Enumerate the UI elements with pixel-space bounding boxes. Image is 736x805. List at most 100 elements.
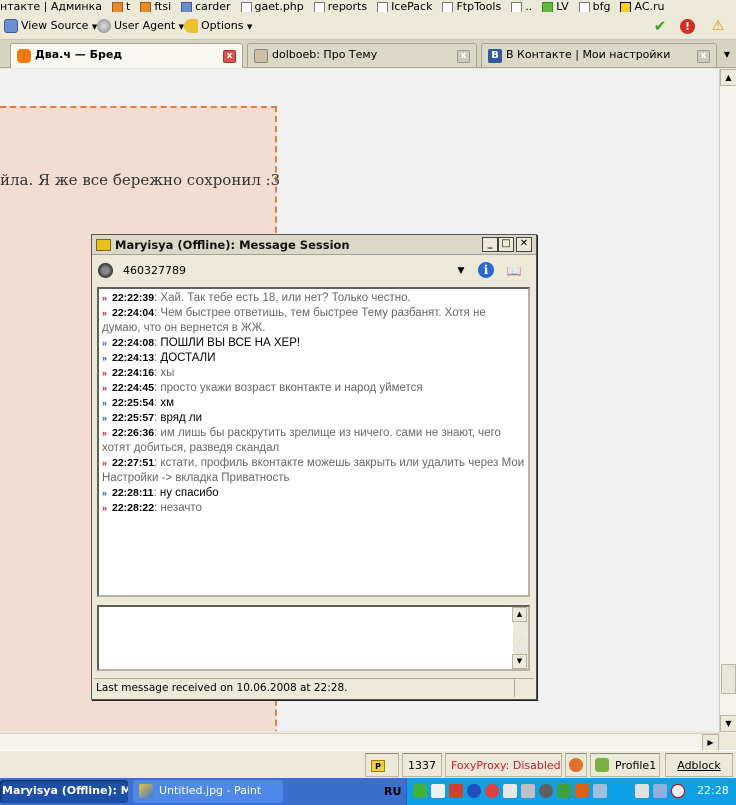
horizontal-scrollbar[interactable]: ▶ — [0, 733, 719, 751]
message-text: ну спасибо — [159, 487, 219, 499]
scroll-thumb[interactable] — [721, 664, 736, 694]
close-button[interactable]: ✕ — [516, 237, 532, 252]
taskbar-item-message-session[interactable]: Maryisya (Offline): M... — [0, 780, 128, 803]
message-time: 22:28:22 — [112, 502, 155, 514]
message-time: 22:24:04 — [112, 307, 155, 319]
incoming-arrow-icon: » — [102, 428, 108, 438]
tab-dolboeb[interactable]: dolboeb: Про Тему x — [247, 43, 477, 67]
tray-antivirus-icon[interactable] — [449, 784, 463, 798]
tray-volume-icon[interactable] — [521, 784, 535, 798]
checkmark-icon[interactable]: ✔ — [651, 17, 669, 35]
bookmark-item[interactable]: LV — [542, 0, 569, 12]
livejournal-icon — [254, 49, 268, 63]
bookmark-item[interactable]: ftsi — [140, 0, 171, 12]
tray-monitor-icon[interactable] — [653, 784, 667, 798]
tab-list-chevron-icon[interactable]: ▼ — [720, 48, 734, 62]
chevron-down-icon: ▼ — [246, 23, 253, 31]
bookmark-icon — [112, 1, 124, 12]
tab-dvach[interactable]: Два.ч — Бред x — [10, 43, 243, 68]
message-text: хы — [160, 367, 175, 379]
scroll-down-icon[interactable]: ▼ — [720, 715, 736, 732]
language-indicator[interactable]: RU — [384, 785, 401, 798]
message-time: 22:25:54 — [112, 397, 155, 409]
tab-vkontakte[interactable]: B В Контакте | Мои настройки x — [481, 43, 717, 67]
tray-drive-icon[interactable] — [503, 784, 517, 798]
bookmark-item[interactable]: gaet.php — [240, 0, 304, 12]
foxyproxy-cell[interactable] — [565, 753, 587, 777]
key-icon — [184, 19, 198, 33]
tray-network-icon[interactable] — [413, 784, 427, 798]
scroll-down-icon[interactable]: ▼ — [512, 654, 527, 669]
bookmark-item[interactable]: reports — [313, 0, 367, 12]
tray-bluetooth-icon[interactable] — [467, 784, 481, 798]
error-icon[interactable]: ! — [680, 19, 695, 34]
view-source-menu[interactable]: View Source ▼ — [4, 19, 97, 33]
clock[interactable]: 22:28 — [697, 784, 729, 797]
message-history[interactable]: » 22:22:39: Хай. Так тебе есть 18, или не… — [97, 287, 530, 597]
message-row: » 22:24:04: Чем быстрее ответишь, тем быс… — [102, 307, 486, 334]
tray-shield-icon[interactable] — [485, 784, 499, 798]
scroll-up-icon[interactable]: ▲ — [512, 607, 527, 622]
close-icon[interactable]: x — [223, 50, 236, 63]
message-row: » 22:25:57: вряд ли — [102, 412, 203, 424]
message-input[interactable] — [99, 607, 513, 669]
bookmark-item[interactable]: IcePack — [377, 0, 432, 12]
scroll-up-icon[interactable]: ▲ — [720, 69, 736, 86]
minimize-button[interactable]: _ — [482, 237, 498, 252]
bookmark-icon — [240, 1, 252, 12]
tray-device-icon[interactable] — [635, 784, 649, 798]
resize-grip-icon[interactable] — [514, 679, 534, 697]
outgoing-arrow-icon: » — [102, 338, 108, 348]
bookmark-icon — [377, 1, 389, 12]
message-time: 22:28:11 — [112, 487, 154, 499]
outgoing-arrow-icon: » — [102, 353, 108, 363]
contact-uin: 460327789 — [123, 264, 186, 277]
history-book-icon[interactable]: 📖 — [505, 262, 523, 280]
tray-blocked-icon[interactable] — [671, 784, 685, 798]
profile-cell[interactable]: Profile1 — [590, 753, 660, 777]
message-text: кстати, профиль вконтакте можешь закрыть… — [102, 457, 525, 484]
incoming-arrow-icon: » — [102, 368, 108, 378]
last-message-status: Last message received on 10.06.2008 at 2… — [96, 682, 348, 694]
foxyproxy-status[interactable]: FoxyProxy: Disabled — [445, 753, 562, 777]
user-agent-menu[interactable]: User Agent ▼ — [97, 19, 184, 33]
info-icon[interactable]: i — [478, 262, 494, 278]
message-toolbar: 460327789 ▼ i 📖 — [92, 256, 536, 285]
message-text: просто укажи возраст вконтакте и народ у… — [160, 382, 423, 394]
options-chevron-icon[interactable]: ▼ — [452, 262, 470, 280]
vertical-scrollbar[interactable]: ▲ ▼ — [719, 69, 736, 733]
outgoing-arrow-icon: » — [102, 488, 108, 498]
orange-site-icon — [17, 49, 31, 63]
incoming-arrow-icon: » — [102, 383, 108, 393]
message-row: » 22:28:11: ну спасибо — [102, 487, 219, 499]
bookmark-item[interactable]: .. — [511, 0, 532, 12]
developer-toolbar: View Source ▼ User Agent ▼ Options ▼ ✔ !… — [0, 13, 736, 40]
bookmark-item[interactable]: carder — [181, 0, 231, 12]
tray-java-icon[interactable] — [431, 784, 445, 798]
maximize-button[interactable]: □ — [498, 237, 514, 252]
adblock-link[interactable]: Adblock — [665, 753, 733, 777]
bookmark-item[interactable]: FtpTools — [442, 0, 501, 12]
window-titlebar[interactable]: Maryisya (Offline): Message Session _ □ … — [92, 235, 536, 255]
bookmark-item[interactable]: t — [112, 0, 130, 12]
tray-usb-icon[interactable] — [557, 784, 571, 798]
tray-settings-icon[interactable] — [539, 784, 553, 798]
globe-icon — [97, 19, 111, 33]
compose-scrollbar[interactable]: ▲ ▼ — [512, 607, 528, 669]
scroll-right-icon[interactable]: ▶ — [702, 734, 719, 751]
bookmark-item[interactable]: AC.ru — [620, 0, 665, 12]
bookmark-item[interactable]: нтакте | Админка — [0, 0, 102, 12]
tray-alert-icon[interactable] — [575, 784, 589, 798]
options-menu[interactable]: Options ▼ — [184, 19, 252, 33]
tray-tools-icon[interactable] — [593, 784, 607, 798]
p-addon-cell[interactable]: P — [365, 753, 399, 777]
taskbar-item-paint[interactable]: Untitled.jpg - Paint — [133, 780, 283, 803]
warning-icon[interactable]: ⚠ — [709, 17, 727, 35]
close-icon[interactable]: x — [697, 50, 710, 63]
close-icon[interactable]: x — [457, 50, 470, 63]
bookmark-item[interactable]: bfg — [578, 0, 610, 12]
message-text: хм — [160, 397, 175, 409]
message-time: 22:27:51 — [112, 457, 155, 469]
bookmark-icon — [313, 1, 325, 12]
outgoing-arrow-icon: » — [102, 398, 108, 408]
